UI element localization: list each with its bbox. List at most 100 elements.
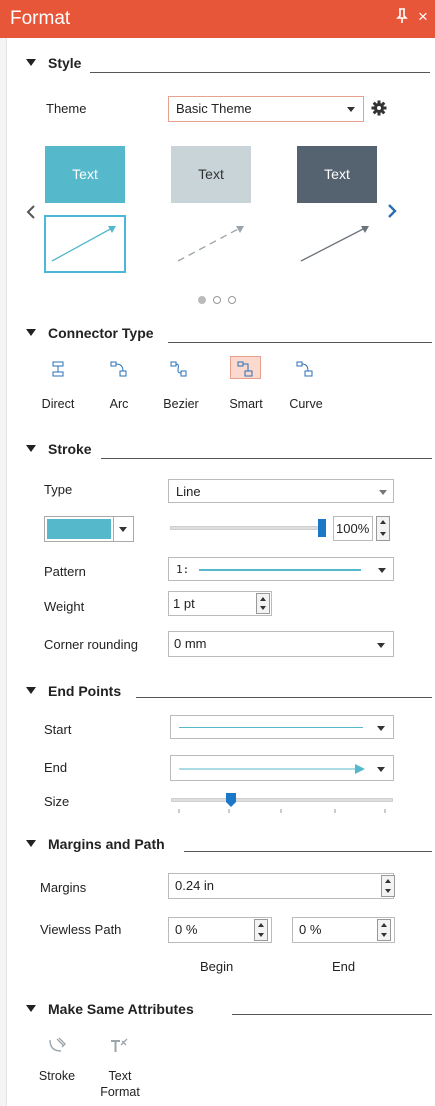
size-slider-ticks [178, 809, 386, 813]
corner-rounding-value: 0 mm [174, 636, 207, 651]
opacity-slider-track[interactable] [170, 526, 326, 530]
chevron-up-icon[interactable] [258, 923, 264, 927]
connector-bezier-icon[interactable] [170, 361, 188, 380]
same-text-format-icon[interactable] [109, 1038, 129, 1059]
chevron-down-icon[interactable] [258, 933, 264, 937]
connector-label-direct[interactable]: Direct [38, 397, 78, 411]
chevron-down-icon [377, 643, 385, 648]
gear-icon[interactable] [371, 100, 387, 119]
start-label: Start [44, 722, 72, 737]
connector-smart-icon[interactable] [237, 361, 255, 380]
collapse-triangle-icon [26, 1004, 36, 1012]
opacity-slider-thumb[interactable] [318, 519, 326, 537]
divider [184, 851, 432, 852]
section-header-style[interactable]: Style [26, 55, 81, 71]
panel-title-bar: Format × [0, 0, 435, 38]
theme-pager[interactable] [197, 293, 245, 308]
theme-line-preview-3[interactable] [297, 217, 377, 271]
opacity-stepper[interactable] [376, 516, 390, 541]
divider [136, 697, 432, 698]
arrow-right-icon [179, 764, 365, 774]
theme-select[interactable]: Basic Theme [168, 96, 364, 122]
chevron-up-icon[interactable] [385, 879, 391, 883]
section-header-stroke[interactable]: Stroke [26, 441, 92, 457]
margins-stepper[interactable] [381, 875, 395, 897]
theme-value: Basic Theme [176, 101, 252, 116]
connector-label-bezier[interactable]: Bezier [159, 397, 203, 411]
chevron-down-icon[interactable] [385, 889, 391, 893]
divider [232, 1014, 432, 1015]
size-slider-track[interactable] [171, 798, 393, 802]
viewless-end-value: 0 % [299, 922, 322, 937]
same-text-label-line1[interactable]: Text [94, 1069, 146, 1083]
chevron-up-icon[interactable] [381, 923, 387, 927]
theme-card-1[interactable]: Text [45, 146, 125, 203]
margins-label: Margins [40, 880, 87, 895]
corner-rounding-label: Corner rounding [44, 637, 138, 652]
section-header-connector-type[interactable]: Connector Type [26, 325, 154, 341]
theme-line-preview-2[interactable] [172, 217, 252, 271]
chevron-down-icon [119, 527, 127, 532]
panel-title: Format [10, 8, 71, 29]
stroke-type-select[interactable]: Line [168, 479, 394, 503]
connector-curve-icon[interactable] [296, 361, 314, 380]
begin-caption: Begin [200, 959, 234, 974]
chevron-down-icon[interactable] [380, 532, 386, 536]
viewless-begin-stepper[interactable] [254, 919, 268, 941]
chevron-down-icon [379, 490, 387, 495]
same-stroke-icon[interactable] [47, 1036, 67, 1059]
start-preview-line [179, 727, 363, 728]
section-title: Style [48, 55, 82, 71]
panel-left-frame [0, 0, 7, 1106]
color-swatch [47, 519, 111, 539]
weight-stepper[interactable] [256, 593, 270, 614]
end-arrow-select[interactable] [170, 755, 394, 781]
size-slider-thumb[interactable] [225, 792, 237, 811]
end-label: End [44, 760, 68, 775]
divider [90, 72, 430, 73]
section-title: Stroke [48, 441, 92, 457]
card-text: Text [324, 166, 350, 182]
pattern-preview-line [199, 569, 361, 571]
viewless-end-stepper[interactable] [377, 919, 391, 941]
connector-label-smart[interactable]: Smart [224, 397, 268, 411]
connector-arc-icon[interactable] [110, 361, 128, 380]
stroke-type-label: Type [44, 482, 73, 497]
opacity-value: 100% [336, 521, 370, 536]
pattern-select[interactable]: 1: [168, 557, 394, 581]
theme-line-preview-1[interactable] [44, 215, 126, 273]
chevron-up-icon[interactable] [260, 597, 266, 601]
chevron-right-icon[interactable] [387, 204, 397, 221]
same-stroke-label[interactable]: Stroke [34, 1069, 80, 1083]
chevron-down-icon [377, 767, 385, 772]
chevron-down-icon[interactable] [381, 933, 387, 937]
opacity-input[interactable]: 100% [333, 516, 373, 541]
connector-direct-icon[interactable] [51, 361, 65, 380]
chevron-down-icon[interactable] [260, 606, 266, 610]
collapse-triangle-icon [26, 58, 36, 66]
section-header-make-same-attributes[interactable]: Make Same Attributes [26, 1001, 194, 1017]
corner-rounding-select[interactable]: 0 mm [168, 631, 394, 657]
margins-input[interactable]: 0.24 in [168, 873, 394, 899]
close-icon[interactable]: × [418, 7, 428, 27]
connector-label-arc[interactable]: Arc [101, 397, 137, 411]
chevron-left-icon[interactable] [26, 205, 36, 224]
weight-value: 1 pt [173, 596, 195, 611]
pin-icon[interactable] [396, 8, 408, 28]
margins-value: 0.24 in [175, 878, 215, 893]
section-header-margins-path[interactable]: Margins and Path [26, 836, 165, 852]
weight-label: Weight [44, 599, 85, 614]
same-text-label-line2[interactable]: Format [94, 1085, 146, 1099]
section-title: Connector Type [48, 325, 154, 341]
connector-label-curve[interactable]: Curve [284, 397, 328, 411]
chevron-down-icon [378, 568, 386, 573]
theme-card-3[interactable]: Text [297, 146, 377, 203]
section-header-end-points[interactable]: End Points [26, 683, 121, 699]
section-title: Make Same Attributes [48, 1001, 194, 1017]
stroke-color-picker[interactable] [44, 516, 134, 542]
theme-card-2[interactable]: Text [171, 146, 251, 203]
divider [101, 458, 432, 459]
chevron-up-icon[interactable] [380, 520, 386, 524]
start-arrow-select[interactable] [170, 715, 394, 739]
card-text: Text [198, 166, 224, 182]
